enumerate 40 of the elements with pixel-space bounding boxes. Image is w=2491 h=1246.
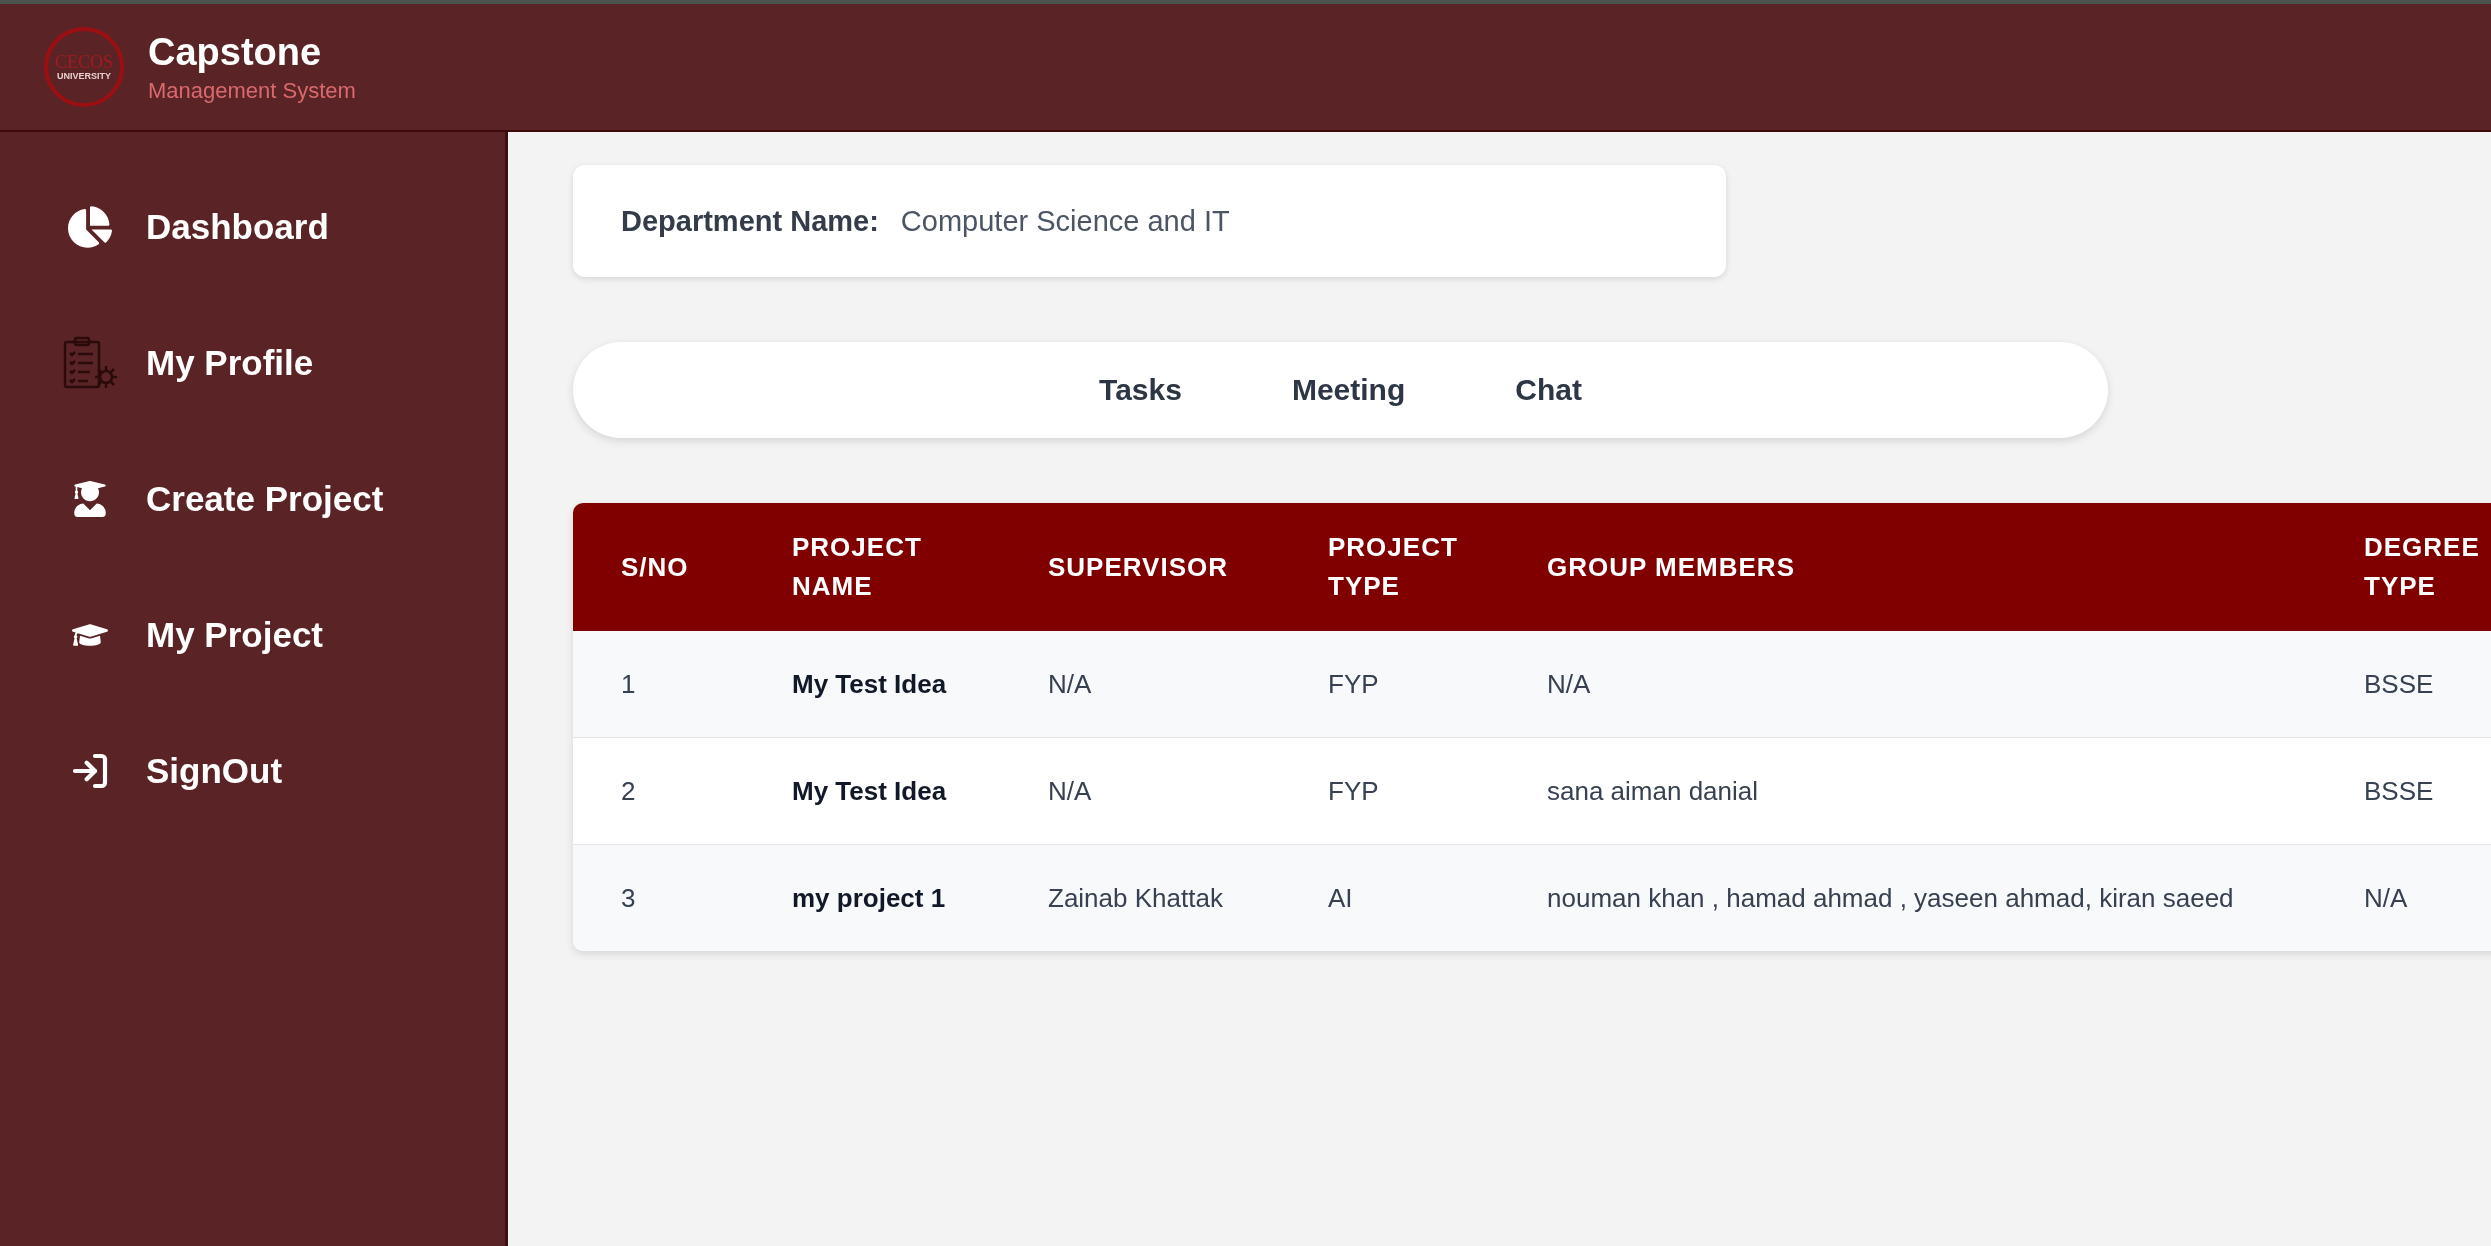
tab[interactable]: Tasks	[1089, 365, 1192, 415]
sidebar-item[interactable]: Dashboard	[0, 184, 505, 270]
table-cell-text: N/A	[2363, 881, 2409, 915]
table-cell-text: Zainab Khattak	[1047, 881, 1224, 915]
column-header: GROUP MEMBERS	[1546, 550, 1796, 584]
table-cell-text: BSSE	[2363, 774, 2435, 808]
table-cell-text: 2	[620, 774, 637, 808]
clipboard-gear-icon	[62, 335, 118, 391]
sidebar-item[interactable]: My Project	[0, 592, 505, 678]
table-cell-text: FYP	[1327, 774, 1380, 808]
pie-chart-icon	[68, 205, 112, 249]
table-cell-text: 1	[620, 667, 637, 701]
app-title: Capstone	[148, 30, 323, 74]
department-label: Department Name:	[621, 204, 879, 238]
table-cell-text: nouman khan , hamad ahmad , yaseen ahmad, kiran saeed	[1546, 881, 2235, 915]
university-logo: CECOS UNIVERSITY	[44, 27, 124, 107]
department-value: Computer Science and IT	[900, 204, 1230, 238]
table-cell-text: N/A	[1047, 667, 1093, 701]
table-cell-text: My Test Idea	[791, 774, 948, 808]
table-cell-text: BSSE	[2363, 667, 2435, 701]
graduate-user-icon	[72, 481, 108, 517]
column-header: PROJECT TYPE	[1327, 531, 1459, 603]
sidebar-item[interactable]: SignOut	[0, 728, 505, 814]
sidebar-item[interactable]: My Profile	[0, 320, 505, 406]
table-cell-text: N/A	[1047, 774, 1093, 808]
sidebar-item[interactable]: Create Project	[0, 456, 505, 542]
table-cell-text: N/A	[1546, 667, 1592, 701]
table-cell-text: my project 1	[791, 881, 947, 915]
table-cell-text: 3	[620, 881, 637, 915]
column-header: S/NO	[620, 550, 690, 584]
table-cell-text: My Test Idea	[791, 667, 948, 701]
table-cell-text: sana aiman danial	[1546, 774, 1760, 808]
column-header: DEGREE TYPE	[2363, 531, 2481, 603]
column-header: PROJECT NAME	[791, 531, 923, 603]
table-cell-text: FYP	[1327, 667, 1380, 701]
table-cell-text: AI	[1327, 881, 1354, 915]
tab[interactable]: Meeting	[1281, 365, 1416, 415]
column-header: SUPERVISOR	[1047, 550, 1229, 584]
app-subtitle: Management System	[148, 77, 356, 104]
tab[interactable]: Chat	[1505, 365, 1592, 415]
